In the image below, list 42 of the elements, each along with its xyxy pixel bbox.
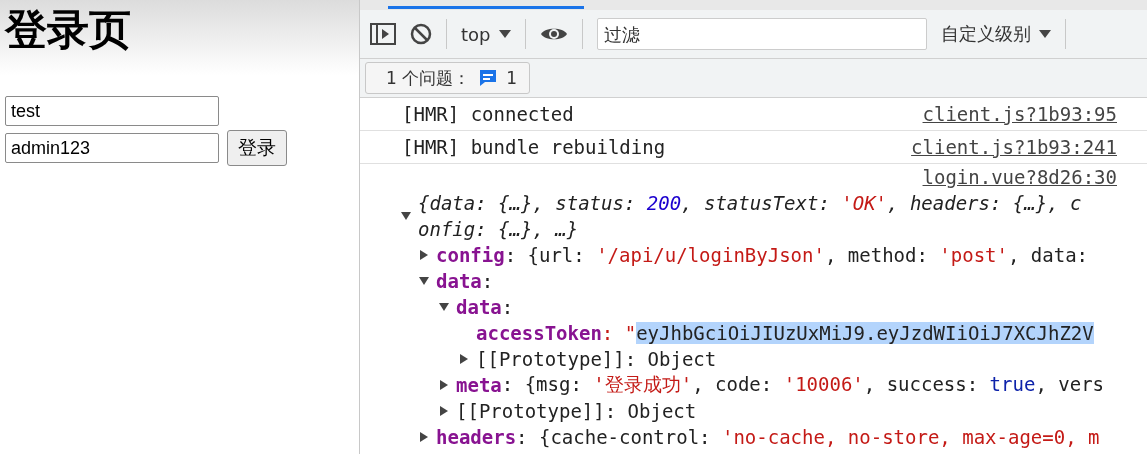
caret-icon (498, 29, 511, 39)
property-value: : {msg: '登录成功', code: '10006', success: true, vers (501, 372, 1104, 397)
property-value: : Object (604, 400, 697, 422)
expanded-arrow-icon[interactable] (418, 275, 430, 287)
property-key: accessToken (476, 322, 602, 344)
property-value: : (501, 296, 514, 318)
username-field[interactable]: test (5, 96, 219, 126)
source-link[interactable]: login.vue?8d26:30 (922, 166, 1117, 190)
source-link[interactable]: client.js?1b93:241 (911, 136, 1117, 158)
property-value: : (481, 270, 494, 292)
password-field[interactable]: admin123 (5, 133, 219, 163)
property-value: : Object (624, 348, 717, 370)
login-button[interactable]: 登录 (227, 130, 287, 166)
log-message: [HMR] connected (402, 103, 574, 125)
log-level-select[interactable]: 自定义级别 (940, 22, 1051, 46)
collapsed-arrow-icon[interactable] (438, 379, 450, 391)
issues-button[interactable]: 1 个问题： 1 (365, 62, 531, 94)
caret-icon (1038, 29, 1051, 39)
expanded-arrow-icon[interactable] (438, 301, 450, 313)
property-key: meta (456, 374, 502, 396)
property-value: : {cache-control: 'no-cache, no-store, max-age=0, m (516, 426, 1100, 448)
collapsed-arrow-icon[interactable] (458, 353, 470, 365)
log-message: [HMR] bundle rebuilding (402, 136, 666, 158)
collapsed-arrow-icon[interactable] (418, 249, 430, 261)
property-value: : {url: '/api/u/loginByJson', method: 'post', data: (504, 244, 1089, 266)
property-key: headers (436, 426, 517, 448)
expanded-arrow-icon[interactable] (400, 210, 412, 222)
source-link[interactable]: client.js?1b93:95 (922, 103, 1117, 125)
property-key: [[Prototype]] (476, 348, 625, 370)
collapsed-arrow-icon[interactable] (418, 431, 430, 443)
object-summary[interactable]: {data: {…}, status: 200, statusText: 'OK', headers: {…}, config: {…}, …} (418, 190, 1093, 242)
page-title: 登录页 (5, 5, 131, 55)
clear-console-icon[interactable] (410, 23, 432, 45)
filter-field[interactable]: 过滤 (596, 18, 927, 50)
property-key: [[Prototype]] (456, 400, 605, 422)
context-select[interactable]: top (461, 23, 511, 45)
message-icon (478, 68, 499, 88)
collapsed-arrow-icon[interactable] (438, 405, 450, 417)
property-key: config (436, 244, 505, 266)
property-key: data (456, 296, 502, 318)
sidebar-toggle-icon[interactable] (370, 23, 396, 45)
property-key: data (436, 270, 482, 292)
